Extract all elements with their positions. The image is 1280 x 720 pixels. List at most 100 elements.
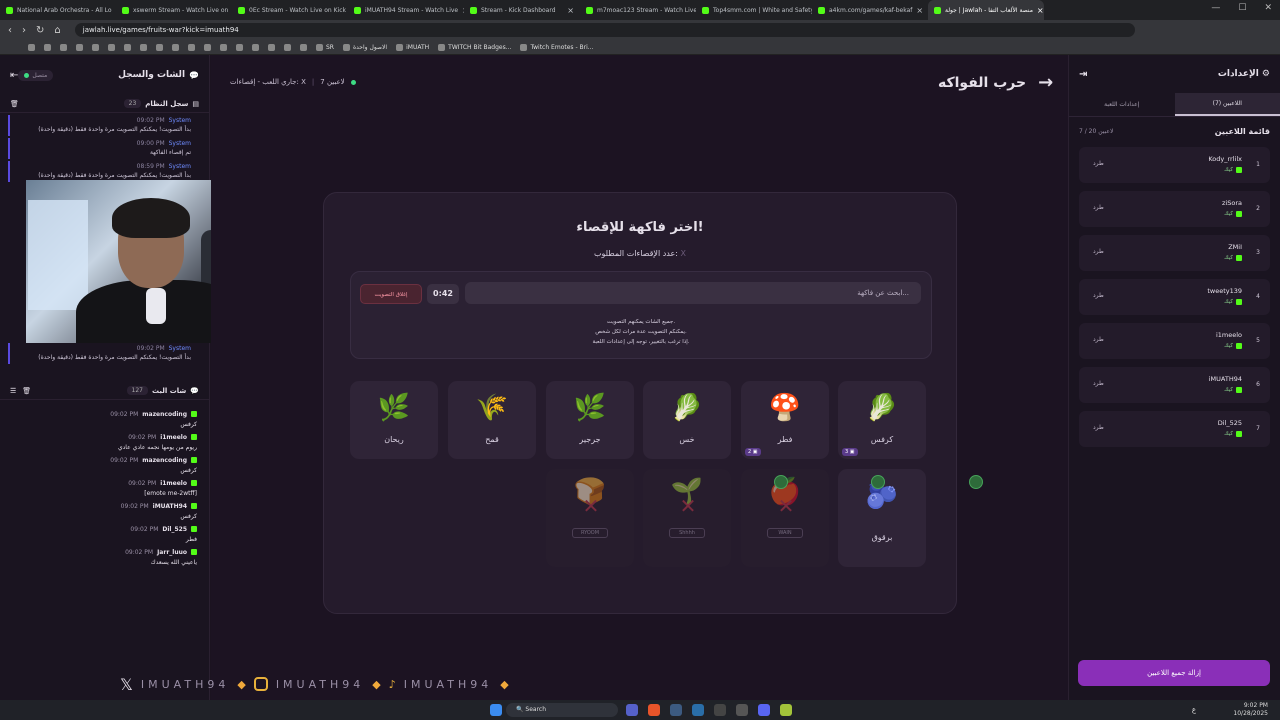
back-icon[interactable]: ‹ xyxy=(8,25,12,36)
browser-tab[interactable]: 0Ec Stream - Watch Live on Kick× xyxy=(232,0,348,20)
trash-icon[interactable]: 🗑 xyxy=(22,387,31,395)
bookmark-favicon-icon[interactable] xyxy=(124,43,131,51)
fruit-name: كرفس xyxy=(870,435,894,444)
language-indicator[interactable]: ع xyxy=(1192,706,1196,714)
kick-player-button[interactable]: طرد xyxy=(1093,248,1104,255)
bookmark-favicon-icon[interactable] xyxy=(220,43,227,51)
browser-tab[interactable]: a4km.com/games/kaf-bekaf × xyxy=(812,0,928,20)
bookmark-favicon-icon[interactable] xyxy=(108,43,115,51)
fruit-card[interactable]: 🥬 خس xyxy=(643,381,731,459)
bookmark-favicon-icon[interactable] xyxy=(92,43,99,51)
chat-username[interactable]: Dil_525 xyxy=(162,526,187,533)
browser-tab[interactable]: Stream - Kick Dashboard × xyxy=(464,0,580,20)
browser-tab[interactable]: xswerm Stream - Watch Live on× xyxy=(116,0,232,20)
bookmark-favicon-icon[interactable] xyxy=(28,43,35,51)
player-name: Kody_rrlilx xyxy=(1208,155,1242,163)
bookmark-favicon-icon[interactable] xyxy=(172,43,179,51)
discord-icon[interactable] xyxy=(758,704,770,716)
windows-start-icon[interactable] xyxy=(490,704,502,716)
bookmark-favicon-icon[interactable] xyxy=(268,43,275,51)
close-tab-icon[interactable]: × xyxy=(567,6,574,15)
windows-taskbar: 🔍 Search 9:02 PM 10/28/2025 ع xyxy=(0,700,1280,720)
kick-icon xyxy=(1236,255,1242,261)
tab-players[interactable]: اللاعبين (7) xyxy=(1174,93,1280,116)
bookmark-favicon-icon[interactable] xyxy=(284,43,291,51)
bookmark-favicon-icon[interactable] xyxy=(156,43,163,51)
bookmark-favicon-icon[interactable] xyxy=(252,43,259,51)
bookmark-favicon-icon[interactable] xyxy=(236,43,243,51)
app-icon[interactable] xyxy=(670,704,682,716)
bookmark-favicon-icon[interactable] xyxy=(204,43,211,51)
kick-player-button[interactable]: طرد xyxy=(1093,424,1104,431)
game-title: حرب الفواكه → xyxy=(938,72,1053,93)
close-window-icon[interactable]: ✕ xyxy=(1264,3,1272,13)
fruit-card[interactable]: 🍄 فطر 2 ▣ xyxy=(741,381,829,459)
kick-player-button[interactable]: طرد xyxy=(1093,380,1104,387)
kick-player-button[interactable]: طرد xyxy=(1093,160,1104,167)
app-icon[interactable] xyxy=(714,704,726,716)
chat-username[interactable]: i1meelo xyxy=(160,480,187,487)
platform-label: كيك xyxy=(1224,431,1242,437)
forward-icon[interactable]: › xyxy=(22,25,26,36)
url-input[interactable]: jawlah.live/games/fruits-war?kick=imuath… xyxy=(74,23,1135,37)
brave-icon[interactable] xyxy=(648,704,660,716)
reload-icon[interactable]: ↻ xyxy=(36,25,44,36)
collapse-panel-icon[interactable]: ⇤ xyxy=(10,70,18,81)
kick-player-button[interactable]: طرد xyxy=(1093,204,1104,211)
app-icon[interactable] xyxy=(780,704,792,716)
trash-icon[interactable]: 🗑 xyxy=(10,100,19,108)
taskview-icon[interactable] xyxy=(626,704,638,716)
taskbar-search[interactable]: 🔍 Search xyxy=(506,703,618,717)
close-tab-icon[interactable]: × xyxy=(1037,6,1044,15)
chat-username[interactable]: Jarr_luuo xyxy=(157,549,187,556)
fruit-card[interactable]: 🌿 جرجير xyxy=(546,381,634,459)
home-icon[interactable]: ⌂ xyxy=(54,25,60,36)
player-number: 2 xyxy=(1256,205,1260,212)
collapse-settings-icon[interactable]: ⇥ xyxy=(1079,69,1087,80)
steam-icon[interactable] xyxy=(692,704,704,716)
url-text: jawlah.live/games/fruits-war?kick=imuath… xyxy=(82,26,239,34)
filter-icon[interactable]: ☰ xyxy=(10,387,16,395)
bookmark-item[interactable]: SR xyxy=(316,43,334,51)
fruit-card[interactable]: 🌿 ريحان xyxy=(350,381,438,459)
app-icon[interactable] xyxy=(736,704,748,716)
bookmark-item[interactable]: TWITCH Bit Badges... xyxy=(438,43,511,51)
chat-username[interactable]: i1meelo xyxy=(160,434,187,441)
bookmark-item[interactable]: الاصول واحدة xyxy=(342,43,387,51)
bookmark-favicon-icon[interactable] xyxy=(300,43,307,51)
fruit-card[interactable]: 🌾 قمح xyxy=(448,381,536,459)
browser-tab[interactable]: جولة | Jawlah - منصة الألعاب التفا × xyxy=(928,0,1044,20)
chat-username[interactable]: mazencoding xyxy=(142,411,187,418)
tab-game-settings[interactable]: إعدادات اللعبة xyxy=(1069,93,1175,116)
bookmark-item[interactable]: Twitch Emotes - Bri... xyxy=(520,43,594,51)
chat-username[interactable]: mazencoding xyxy=(142,457,187,464)
live-chat-list: 09:02 PM mazencoding كرفس 09:02 PM i1meelo ري… xyxy=(0,400,209,569)
favicon-icon xyxy=(238,6,245,14)
browser-tab[interactable]: iMUATH94 Stream - Watch Live× xyxy=(348,0,464,20)
minimize-icon[interactable]: — xyxy=(1211,3,1220,13)
close-vote-button[interactable]: إغلاق التصويت xyxy=(360,284,422,304)
remove-all-players-button[interactable]: إزالة جميع اللاعبين xyxy=(1078,660,1270,686)
browser-tab[interactable]: Top4smm.com | White and Safety Pr× xyxy=(696,0,812,20)
window-controls: — ☐ ✕ xyxy=(1211,3,1272,13)
chat-username[interactable]: iMUATH94 xyxy=(153,503,187,510)
browser-tab[interactable]: m7moac123 Stream - Watch Live on× xyxy=(580,0,696,20)
bookmark-item[interactable]: iMUATH xyxy=(396,43,429,51)
browser-tab[interactable]: National Arab Orchestra - All Lo× xyxy=(0,0,116,20)
arrow-right-icon[interactable]: → xyxy=(1038,72,1053,93)
bookmark-favicon-icon[interactable] xyxy=(188,43,195,51)
game-title-text: حرب الفواكه xyxy=(938,74,1027,91)
maximize-icon[interactable]: ☐ xyxy=(1238,3,1246,13)
fruit-card[interactable]: 🥬 كرفس 3 ▣ xyxy=(838,381,926,459)
bookmark-favicon-icon[interactable] xyxy=(140,43,147,51)
fruit-search-input[interactable]: ابحث عن فاكهة... xyxy=(465,282,921,304)
bookmark-favicon-icon[interactable] xyxy=(76,43,83,51)
eliminated-by-label: RYOOM xyxy=(572,528,608,538)
kick-player-button[interactable]: طرد xyxy=(1093,336,1104,343)
kick-player-button[interactable]: طرد xyxy=(1093,292,1104,299)
bookmark-favicon-icon[interactable] xyxy=(60,43,67,51)
live-dot-icon xyxy=(350,79,356,85)
bookmark-favicon-icon[interactable] xyxy=(44,43,51,51)
close-tab-icon[interactable]: × xyxy=(916,6,923,15)
favicon-icon xyxy=(702,6,709,14)
